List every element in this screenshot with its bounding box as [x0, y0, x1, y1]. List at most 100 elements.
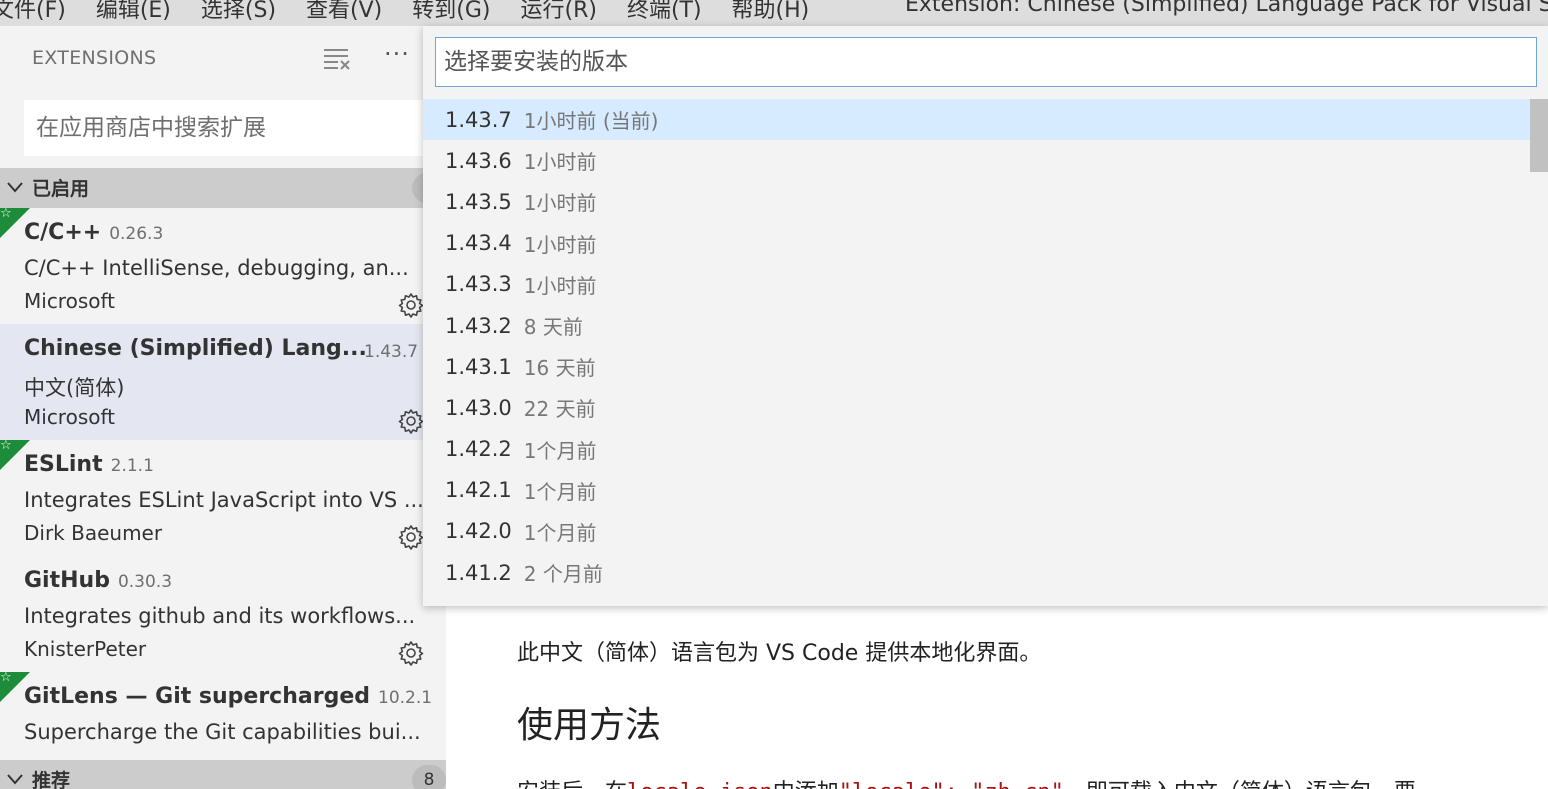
- extension-name-row: GitHub 0.30.3: [24, 568, 172, 593]
- extension-publisher: KnisterPeter: [24, 637, 147, 661]
- version-age: 1个月前: [523, 520, 597, 545]
- version-select-input[interactable]: [435, 37, 1537, 87]
- extension-version: 10.2.1: [378, 688, 433, 708]
- extension-description: Supercharge the Git capabilities bui...: [24, 720, 421, 744]
- version-age: 1小时前: [523, 191, 597, 216]
- version-number: 1.42.0: [445, 519, 512, 544]
- version-age: 2 个月前: [523, 562, 603, 587]
- gear-icon[interactable]: [398, 524, 424, 550]
- extension-description: 中文(简体): [24, 376, 125, 400]
- usage-suffix: ，即可载入中文（简体）语言包。要: [1064, 780, 1416, 789]
- version-option[interactable]: 1.43.3 1小时前: [423, 264, 1548, 305]
- extension-name: GitHub: [24, 568, 110, 593]
- chevron-down-icon: [7, 182, 23, 193]
- version-age: 22 天前: [523, 397, 596, 422]
- version-age: 1小时前: [523, 273, 597, 298]
- usage-prefix: 安装后，在: [517, 780, 627, 789]
- extension-description: C/C++ IntelliSense, debugging, an...: [24, 256, 409, 280]
- version-age: 8 天前: [523, 315, 583, 340]
- extension-publisher: Microsoft: [24, 405, 116, 429]
- menu-selection[interactable]: 选择(S): [201, 0, 276, 24]
- version-option[interactable]: 1.43.5 1小时前: [423, 181, 1548, 222]
- version-number: 1.43.4: [445, 231, 512, 256]
- version-list: 1.43.7 1小时前 (当前) 1.43.6 1小时前 1.43.5 1小时前 1.…: [423, 99, 1548, 593]
- extension-publisher: Dirk Baeumer: [24, 521, 163, 545]
- version-age: 1小时前: [523, 150, 597, 175]
- gear-icon[interactable]: [398, 408, 424, 434]
- version-number: 1.42.1: [445, 478, 512, 503]
- menu-edit[interactable]: 编辑(E): [96, 0, 171, 24]
- version-number: 1.42.2: [445, 437, 512, 462]
- section-recommended[interactable]: 推荐 8: [0, 760, 446, 789]
- extension-item-cpp[interactable]: ☆ C/C++ 0.26.3 C/C++ IntelliSense, debugg…: [0, 206, 446, 324]
- extensions-sidebar: EXTENSIONS ··· 已启用 ☆ C/C++ 0.26.3 C/C++ I…: [0, 26, 446, 789]
- chevron-down-icon: [7, 774, 23, 785]
- extension-name-row: GitLens — Git supercharged 10.2.1: [24, 684, 432, 709]
- extension-name: Chinese (Simplified) Lang...: [24, 336, 367, 361]
- usage-heading: 使用方法: [517, 705, 662, 746]
- menu-items: 文件(F) 编辑(E) 选择(S) 查看(V) 转到(G) 运行(R) 终端(T…: [0, 0, 839, 24]
- version-quick-pick: 1.43.7 1小时前 (当前) 1.43.6 1小时前 1.43.5 1小时前 1.…: [423, 26, 1548, 606]
- version-number: 1.41.2: [445, 560, 512, 585]
- usage-mid: 中添加: [773, 780, 839, 789]
- extension-description: Integrates ESLint JavaScript into VS ...: [24, 488, 424, 512]
- version-number: 1.43.0: [445, 395, 512, 420]
- extension-version: 1.43.7: [364, 342, 419, 362]
- window-title: Extension: Chinese (Simplified) Language…: [905, 0, 1548, 17]
- version-option[interactable]: 1.42.2 1个月前: [423, 429, 1548, 470]
- version-option[interactable]: 1.43.2 8 天前: [423, 305, 1548, 346]
- gear-icon[interactable]: [398, 640, 424, 666]
- menu-go[interactable]: 转到(G): [412, 0, 490, 24]
- menu-run[interactable]: 运行(R): [520, 0, 596, 24]
- version-number: 1.43.6: [445, 148, 512, 173]
- version-option[interactable]: 1.42.1 1个月前: [423, 470, 1548, 511]
- extension-name: ESLint: [24, 452, 103, 477]
- version-list-scrollbar[interactable]: [1530, 99, 1548, 172]
- version-option[interactable]: 1.43.0 22 天前: [423, 387, 1548, 428]
- gear-icon[interactable]: [398, 292, 424, 318]
- version-option[interactable]: 1.43.1 16 天前: [423, 346, 1548, 387]
- menu-view[interactable]: 查看(V): [306, 0, 382, 24]
- star-icon: ☆: [0, 206, 12, 221]
- version-option[interactable]: 1.42.0 1个月前: [423, 511, 1548, 552]
- version-age: 1个月前: [523, 479, 597, 504]
- extension-version: 0.26.3: [109, 224, 164, 244]
- section-enabled-title: 已启用: [32, 178, 90, 200]
- version-option[interactable]: 1.43.6 1小时前: [423, 140, 1548, 181]
- version-age: 1小时前: [523, 232, 597, 257]
- extension-description: Integrates github and its workflows...: [24, 604, 416, 628]
- usage-code-locale-setting: "locale": "zh-cn": [839, 780, 1064, 789]
- section-recommended-title: 推荐: [32, 770, 71, 789]
- extensions-search-input[interactable]: [24, 100, 434, 156]
- extension-version: 0.30.3: [117, 572, 173, 592]
- version-number: 1.43.7: [445, 107, 512, 132]
- intro-text: 此中文（简体）语言包为 VS Code 提供本地化界面。: [517, 641, 1042, 666]
- menu-file[interactable]: 文件(F): [0, 0, 66, 24]
- version-age: 1小时前 (当前): [523, 109, 659, 134]
- version-age: 1个月前: [523, 438, 597, 463]
- extension-publisher: Microsoft: [24, 289, 116, 313]
- version-number: 1.43.2: [445, 313, 512, 338]
- extension-name-row: C/C++ 0.26.3: [24, 220, 163, 245]
- extension-item-chinese-language-pack[interactable]: Chinese (Simplified) Lang... 1.43.7 中文(简…: [0, 324, 446, 440]
- section-recommended-badge: 8: [412, 765, 446, 789]
- extension-item-github[interactable]: GitHub 0.30.3 Integrates github and its w…: [0, 556, 446, 672]
- version-option[interactable]: 1.43.7 1小时前 (当前): [423, 99, 1548, 141]
- extensions-header: EXTENSIONS: [32, 47, 157, 69]
- star-icon: ☆: [0, 438, 12, 453]
- version-age: 16 天前: [523, 356, 596, 381]
- version-option[interactable]: 1.43.4 1小时前: [423, 223, 1548, 264]
- more-actions-icon[interactable]: ···: [384, 40, 410, 68]
- version-number: 1.43.1: [445, 354, 512, 379]
- star-icon: ☆: [0, 670, 12, 685]
- extension-name-row: ESLint 2.1.1: [24, 452, 154, 477]
- extension-name: GitLens — Git supercharged: [24, 684, 370, 709]
- extension-item-eslint[interactable]: ☆ ESLint 2.1.1 Integrates ESLint JavaScri…: [0, 438, 446, 556]
- clear-extensions-icon[interactable]: [322, 46, 352, 70]
- menu-terminal[interactable]: 终端(T): [627, 0, 702, 24]
- extension-name: C/C++: [24, 220, 102, 245]
- version-option[interactable]: 1.41.2 2 个月前: [423, 552, 1548, 593]
- menu-help[interactable]: 帮助(H): [732, 0, 810, 24]
- section-enabled[interactable]: 已启用: [0, 168, 446, 208]
- menubar: 文件(F) 编辑(E) 选择(S) 查看(V) 转到(G) 运行(R) 终端(T…: [0, 0, 1548, 26]
